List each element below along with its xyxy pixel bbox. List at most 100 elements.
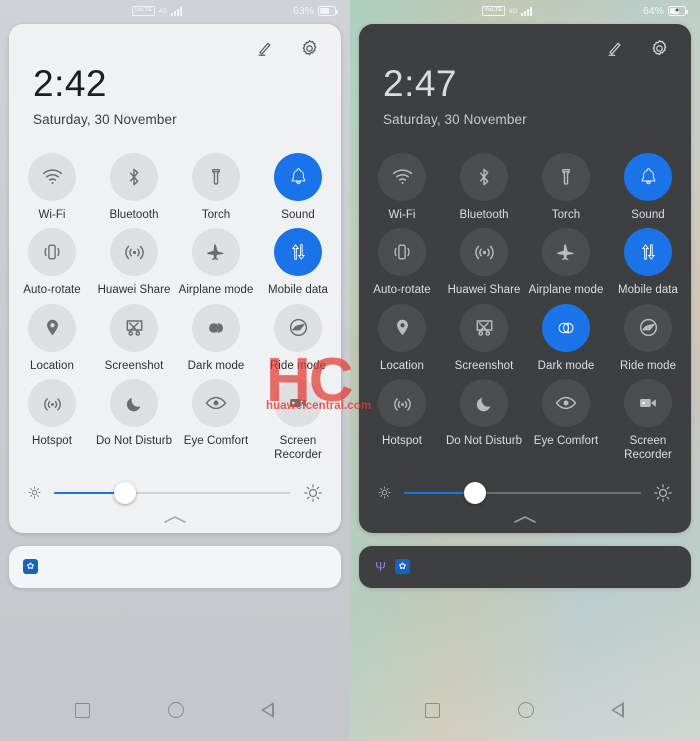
toggle-label: Bluetooth: [109, 208, 159, 221]
toggle-do-not-disturb[interactable]: Do Not Disturb: [443, 373, 525, 463]
clock-date: Saturday, 30 November: [33, 111, 177, 127]
toggle-label: Screen Recorder: [624, 435, 672, 462]
toggle-auto-rotate[interactable]: Auto-rotate: [361, 222, 443, 297]
toggle-wi-fi[interactable]: Wi-Fi: [361, 147, 443, 222]
toggle-hotspot[interactable]: Hotspot: [11, 373, 93, 463]
toggle-eye-comfort[interactable]: Eye Comfort: [175, 373, 257, 463]
triangle-back-icon[interactable]: [611, 702, 625, 718]
wifi-icon: [28, 152, 76, 201]
toggle-label: Mobile data: [267, 284, 328, 297]
toggle-ride-mode[interactable]: Ride mode: [257, 298, 339, 373]
contrast-circles-icon: [192, 303, 240, 352]
toggle-label: Torch: [201, 208, 231, 221]
flashlight-icon: [542, 152, 590, 201]
toggle-row: Location Screenshot Dark mode Ride mode: [361, 298, 689, 373]
gear-icon[interactable]: [646, 35, 672, 61]
brightness-slider[interactable]: [54, 481, 291, 504]
panel-header-actions: [361, 34, 689, 62]
data-arrows-icon: [274, 228, 322, 277]
toggle-do-not-disturb[interactable]: Do Not Disturb: [93, 373, 175, 463]
usb-icon[interactable]: Ψ: [373, 559, 388, 574]
toggle-label: Ride mode: [619, 359, 677, 372]
toggle-dark-mode[interactable]: Dark mode: [175, 298, 257, 373]
quick-settings-panel: 2:42 Saturday, 30 November Wi-Fi Bluetoot…: [9, 24, 341, 533]
toggle-label: Torch: [551, 208, 581, 221]
toggle-label: Location: [30, 359, 74, 372]
toggle-screenshot[interactable]: Screenshot: [443, 298, 525, 373]
toggle-airplane-mode[interactable]: Airplane mode: [525, 222, 607, 297]
brightness-slider-thumb[interactable]: [464, 481, 487, 504]
toggle-hotspot[interactable]: Hotspot: [361, 373, 443, 463]
notification-card[interactable]: Ψ ✿: [359, 545, 691, 588]
toggle-huawei-share[interactable]: Huawei Share: [93, 222, 175, 297]
navigation-bar: [350, 679, 700, 741]
clock-time: 2:47: [383, 63, 458, 104]
battery-percent-label: 63%: [292, 5, 314, 17]
toggle-huawei-share[interactable]: Huawei Share: [443, 222, 525, 297]
toggle-dark-mode[interactable]: Dark mode: [525, 298, 607, 373]
network-type-label: 4G: [508, 7, 518, 15]
panel-header-actions: [11, 34, 339, 62]
eye-icon: [192, 379, 240, 428]
toggle-row: Wi-Fi Bluetooth Torch Sound: [11, 147, 339, 222]
toggle-screenshot[interactable]: Screenshot: [93, 298, 175, 373]
clock-block: 2:42 Saturday, 30 November: [11, 62, 339, 127]
clock-date: Saturday, 30 November: [383, 111, 527, 127]
circle-home-icon[interactable]: [518, 702, 534, 718]
location-pin-icon: [28, 303, 76, 352]
toggle-wi-fi[interactable]: Wi-Fi: [11, 147, 93, 222]
hotspot-icon: [28, 379, 76, 428]
battery-percent-label: 64%: [642, 5, 664, 17]
app-icon[interactable]: ✿: [23, 559, 38, 575]
gear-icon[interactable]: [296, 35, 322, 61]
toggle-label: Auto-rotate: [373, 284, 431, 297]
toggle-mobile-data[interactable]: Mobile data: [607, 222, 689, 297]
moon-icon: [460, 379, 508, 428]
brightness-slider-thumb[interactable]: [114, 481, 137, 504]
toggle-label: Do Not Disturb: [95, 435, 173, 448]
toggle-auto-rotate[interactable]: Auto-rotate: [11, 222, 93, 297]
toggle-label: Screenshot: [454, 359, 514, 372]
toggle-row: Auto-rotate Huawei Share Airplane mode Mobi…: [361, 222, 689, 297]
pencil-edit-icon[interactable]: [252, 35, 278, 61]
brightness-slider[interactable]: [404, 481, 641, 504]
chevron-up-icon[interactable]: [361, 507, 689, 533]
toggle-label: Airplane mode: [178, 284, 254, 297]
circle-home-icon[interactable]: [168, 702, 184, 718]
toggle-ride-mode[interactable]: Ride mode: [607, 298, 689, 373]
chevron-up-icon[interactable]: [11, 507, 339, 533]
toggle-bluetooth[interactable]: Bluetooth: [443, 147, 525, 222]
video-camera-icon: [624, 379, 672, 428]
bluetooth-icon: [460, 152, 508, 201]
toggle-label: Wi-Fi: [388, 208, 416, 221]
toggle-label: Sound: [631, 208, 665, 221]
toggle-sound[interactable]: Sound: [607, 147, 689, 222]
toggle-torch[interactable]: Torch: [175, 147, 257, 222]
app-icon[interactable]: ✿: [395, 559, 410, 575]
triangle-back-icon[interactable]: [261, 702, 275, 718]
toggle-torch[interactable]: Torch: [525, 147, 607, 222]
broadcast-icon: [460, 228, 508, 277]
toggle-location[interactable]: Location: [11, 298, 93, 373]
rotate-screen-icon: [28, 228, 76, 277]
square-recents-icon[interactable]: [425, 702, 440, 718]
toggle-sound[interactable]: Sound: [257, 147, 339, 222]
brightness-slider-row: [361, 463, 689, 507]
toggle-airplane-mode[interactable]: Airplane mode: [175, 222, 257, 297]
location-pin-icon: [378, 303, 426, 352]
toggle-mobile-data[interactable]: Mobile data: [257, 222, 339, 297]
toggle-location[interactable]: Location: [361, 298, 443, 373]
toggle-bluetooth[interactable]: Bluetooth: [93, 147, 175, 222]
toggle-screen-recorder[interactable]: Screen Recorder: [607, 373, 689, 463]
scissors-crop-icon: [110, 303, 158, 352]
notification-card[interactable]: ✿: [9, 545, 341, 588]
volte-icon: VoLTE: [132, 6, 155, 16]
battery-icon: [318, 6, 338, 16]
square-recents-icon[interactable]: [75, 702, 90, 718]
pencil-edit-icon[interactable]: [602, 35, 628, 61]
toggle-eye-comfort[interactable]: Eye Comfort: [525, 373, 607, 463]
navigation-bar: [0, 679, 350, 741]
toggle-screen-recorder[interactable]: Screen Recorder: [257, 373, 339, 463]
toggle-label: Eye Comfort: [183, 435, 249, 448]
signal-bars-icon: [171, 6, 183, 16]
